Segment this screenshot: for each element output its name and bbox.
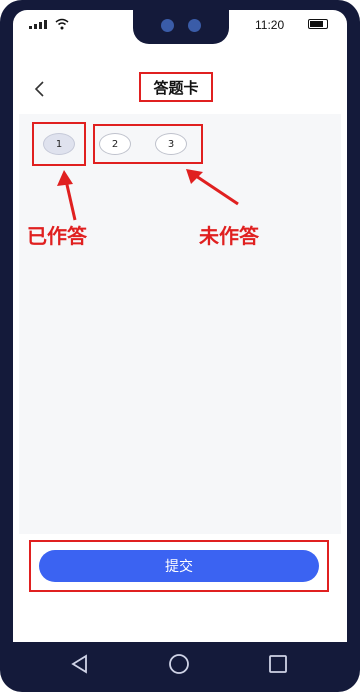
- title-highlight: 答题卡: [139, 72, 213, 102]
- question-number: 2: [111, 138, 119, 150]
- android-nav-bar: [0, 642, 360, 692]
- triangle-back-icon[interactable]: [68, 652, 92, 676]
- page-title: 答题卡: [153, 78, 199, 97]
- status-time: 11:20: [255, 18, 285, 32]
- question-3-button[interactable]: 3: [155, 133, 187, 155]
- question-1-button[interactable]: 1: [43, 133, 75, 155]
- screen: 11:20 答题卡 1 2 3 已作答 未作答 提交: [13, 10, 347, 642]
- unanswered-label: 未作答: [199, 224, 259, 248]
- camera-icon: [188, 19, 201, 32]
- answered-label: 已作答: [27, 224, 87, 248]
- battery-icon: [308, 19, 328, 29]
- question-number: 3: [167, 138, 175, 150]
- phone-frame: 11:20 答题卡 1 2 3 已作答 未作答 提交: [0, 0, 360, 692]
- square-recent-icon[interactable]: [266, 652, 290, 676]
- camera-icon: [161, 19, 174, 32]
- camera-notch: [133, 10, 229, 44]
- circle-home-icon[interactable]: [167, 652, 191, 676]
- question-2-button[interactable]: 2: [99, 133, 131, 155]
- question-number: 1: [55, 138, 63, 150]
- wifi-icon: [55, 18, 69, 30]
- signal-icon: [29, 20, 47, 29]
- chevron-left-icon[interactable]: [29, 78, 51, 100]
- answer-sheet-panel: [19, 114, 341, 534]
- submit-button[interactable]: 提交: [39, 550, 319, 582]
- submit-highlight: 提交: [29, 540, 329, 592]
- page-header: 答题卡: [13, 68, 347, 110]
